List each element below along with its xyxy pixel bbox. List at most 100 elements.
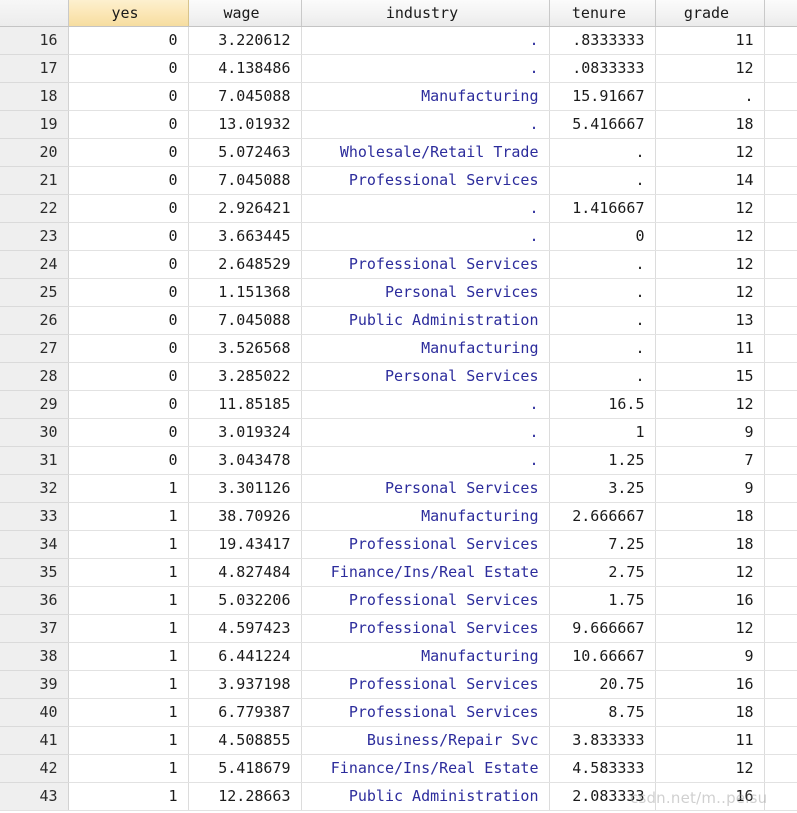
cell-industry[interactable]: Professional Services: [301, 166, 550, 195]
cell-tenure[interactable]: .8333333: [549, 26, 656, 55]
cell-industry[interactable]: .: [301, 194, 550, 223]
cell-wage[interactable]: 4.138486: [188, 54, 302, 83]
cell-tenure[interactable]: 20.75: [549, 670, 656, 699]
cell-wage[interactable]: 5.032206: [188, 586, 302, 615]
cell-tenure[interactable]: 10.66667: [549, 642, 656, 671]
cell-industry[interactable]: Manufacturing: [301, 82, 550, 111]
table-row[interactable]: 26 0 7.045088 Public Administration. 13: [0, 306, 797, 335]
row-number[interactable]: 22: [0, 194, 69, 223]
cell-wage[interactable]: 5.072463: [188, 138, 302, 167]
table-row[interactable]: 24 0 2.648529 Professional Services. 12: [0, 250, 797, 279]
cell-wage[interactable]: 2.926421: [188, 194, 302, 223]
cell-yes[interactable]: 1: [68, 782, 189, 811]
table-row[interactable]: 41 1 4.508855 Business/Repair Svc 3.833333 11: [0, 726, 797, 755]
cell-grade[interactable]: 18: [655, 502, 765, 531]
table-row[interactable]: 34 1 19.43417 Professional Services 7.25 18: [0, 530, 797, 559]
cell-wage[interactable]: 5.418679: [188, 754, 302, 783]
cell-grade[interactable]: 9: [655, 474, 765, 503]
cell-wage[interactable]: 11.85185: [188, 390, 302, 419]
cell-industry[interactable]: Manufacturing: [301, 334, 550, 363]
cell-grade[interactable]: 12: [655, 138, 765, 167]
cell-tenure[interactable]: 1.416667: [549, 194, 656, 223]
cell-grade[interactable]: 18: [655, 698, 765, 727]
cell-industry[interactable]: Professional Services: [301, 670, 550, 699]
cell-industry[interactable]: .: [301, 26, 550, 55]
cell-industry[interactable]: Manufacturing: [301, 642, 550, 671]
table-row[interactable]: 38 1 6.441224 Manufacturing 10.66667 9: [0, 642, 797, 671]
row-number[interactable]: 35: [0, 558, 69, 587]
table-row[interactable]: 18 0 7.045088 Manufacturing 15.91667.: [0, 82, 797, 111]
cell-industry[interactable]: Professional Services: [301, 586, 550, 615]
row-number[interactable]: 34: [0, 530, 69, 559]
row-number[interactable]: 31: [0, 446, 69, 475]
row-number[interactable]: 32: [0, 474, 69, 503]
row-number[interactable]: 33: [0, 502, 69, 531]
cell-yes[interactable]: 0: [68, 26, 189, 55]
cell-yes[interactable]: 0: [68, 138, 189, 167]
cell-wage[interactable]: 6.779387: [188, 698, 302, 727]
cell-yes[interactable]: 0: [68, 418, 189, 447]
cell-wage[interactable]: 2.648529: [188, 250, 302, 279]
table-row[interactable]: 28 0 3.285022 Personal Services. 15: [0, 362, 797, 391]
table-row[interactable]: 33 1 38.70926 Manufacturing 2.666667 18: [0, 502, 797, 531]
row-number[interactable]: 28: [0, 362, 69, 391]
cell-industry[interactable]: .: [301, 446, 550, 475]
cell-tenure[interactable]: 2.75: [549, 558, 656, 587]
cell-yes[interactable]: 0: [68, 306, 189, 335]
table-row[interactable]: 19 0 13.01932. 5.416667 18: [0, 110, 797, 139]
cell-grade[interactable]: 12: [655, 194, 765, 223]
row-number[interactable]: 39: [0, 670, 69, 699]
table-row[interactable]: 29 0 11.85185. 16.5 12: [0, 390, 797, 419]
cell-yes[interactable]: 1: [68, 530, 189, 559]
table-row[interactable]: 22 0 2.926421. 1.416667 12: [0, 194, 797, 223]
row-number[interactable]: 19: [0, 110, 69, 139]
table-row[interactable]: 25 0 1.151368 Personal Services. 12: [0, 278, 797, 307]
cell-industry[interactable]: .: [301, 222, 550, 251]
cell-yes[interactable]: 1: [68, 698, 189, 727]
cell-tenure[interactable]: 3.25: [549, 474, 656, 503]
cell-grade[interactable]: 18: [655, 530, 765, 559]
cell-tenure[interactable]: 9.666667: [549, 614, 656, 643]
cell-grade[interactable]: 12: [655, 222, 765, 251]
cell-grade[interactable]: 12: [655, 754, 765, 783]
cell-yes[interactable]: 1: [68, 586, 189, 615]
cell-wage[interactable]: 3.220612: [188, 26, 302, 55]
cell-wage[interactable]: 3.526568: [188, 334, 302, 363]
cell-tenure[interactable]: .: [549, 138, 656, 167]
cell-grade[interactable]: 13: [655, 306, 765, 335]
cell-tenure[interactable]: .: [549, 306, 656, 335]
row-number[interactable]: 24: [0, 250, 69, 279]
cell-industry[interactable]: Finance/Ins/Real Estate: [301, 754, 550, 783]
row-number[interactable]: 17: [0, 54, 69, 83]
cell-tenure[interactable]: 16.5: [549, 390, 656, 419]
table-row[interactable]: 21 0 7.045088 Professional Services. 14: [0, 166, 797, 195]
row-number[interactable]: 41: [0, 726, 69, 755]
cell-tenure[interactable]: 3.833333: [549, 726, 656, 755]
cell-grade[interactable]: 11: [655, 334, 765, 363]
table-row[interactable]: 32 1 3.301126 Personal Services 3.25 9: [0, 474, 797, 503]
cell-grade[interactable]: 16: [655, 782, 765, 811]
cell-wage[interactable]: 3.301126: [188, 474, 302, 503]
cell-tenure[interactable]: 1: [549, 418, 656, 447]
cell-industry[interactable]: Professional Services: [301, 250, 550, 279]
cell-yes[interactable]: 0: [68, 334, 189, 363]
cell-tenure[interactable]: .: [549, 166, 656, 195]
row-number[interactable]: 30: [0, 418, 69, 447]
row-number[interactable]: 38: [0, 642, 69, 671]
cell-industry[interactable]: Professional Services: [301, 530, 550, 559]
cell-yes[interactable]: 1: [68, 670, 189, 699]
cell-grade[interactable]: 11: [655, 26, 765, 55]
cell-tenure[interactable]: 2.083333: [549, 782, 656, 811]
row-number[interactable]: 43: [0, 782, 69, 811]
table-row[interactable]: 31 0 3.043478. 1.25 7: [0, 446, 797, 475]
cell-grade[interactable]: 12: [655, 614, 765, 643]
cell-wage[interactable]: 7.045088: [188, 306, 302, 335]
table-row[interactable]: 17 0 4.138486. .0833333 12: [0, 54, 797, 83]
cell-grade[interactable]: 16: [655, 586, 765, 615]
cell-grade[interactable]: 7: [655, 446, 765, 475]
cell-wage[interactable]: 4.597423: [188, 614, 302, 643]
cell-grade[interactable]: 15: [655, 362, 765, 391]
cell-grade[interactable]: 14: [655, 166, 765, 195]
cell-industry[interactable]: .: [301, 390, 550, 419]
cell-wage[interactable]: 3.019324: [188, 418, 302, 447]
